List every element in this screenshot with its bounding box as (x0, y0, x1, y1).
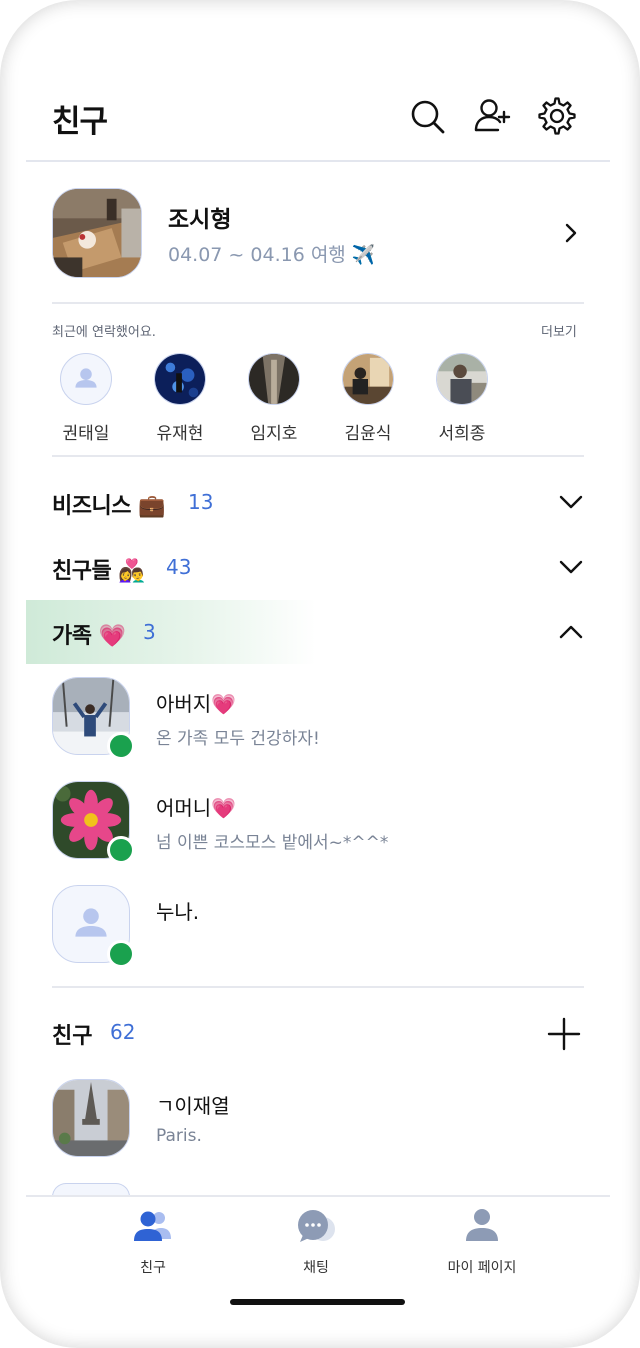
profile-divider (52, 302, 584, 304)
plus-icon (547, 1017, 581, 1051)
recent-avatar-2[interactable] (154, 353, 206, 405)
online-status-dot (107, 940, 135, 968)
group-friends[interactable]: 친구들 👩‍❤️‍👨 43 (26, 535, 610, 599)
friend-status-message: Paris. (156, 1126, 202, 1146)
tab-label: 친구 (140, 1260, 166, 1276)
online-status-dot (107, 836, 135, 864)
person-icon (75, 368, 97, 388)
recent-avatar-1[interactable] (60, 353, 112, 405)
friend-status-message: 넘 이쁜 코스모스 밭에서~*^^* (156, 833, 389, 853)
group-business[interactable]: 비즈니스 💼 13 (26, 470, 610, 534)
my-avatar (52, 188, 142, 278)
chevron-up-icon (559, 625, 583, 639)
friends-section-title: 친구 (52, 1024, 93, 1049)
group-count: 13 (188, 490, 214, 514)
phone-screen: 친구 조시형 04.07 ~ 04.16 여행 ✈️ 최근에 연락했어요. 더보… (0, 0, 640, 1348)
header-divider (26, 160, 610, 162)
my-status-message: 04.07 ~ 04.16 여행 ✈️ (168, 244, 376, 266)
recent-avatar-3[interactable] (248, 353, 300, 405)
settings-button[interactable] (537, 96, 577, 136)
group-title: 친구들 👩‍❤️‍👨 (52, 559, 146, 584)
friend-name: ㄱ이재열 (156, 1094, 230, 1118)
tab-bar-divider (26, 1195, 610, 1197)
group-title: 비즈니스 💼 (52, 494, 166, 519)
tab-my-page[interactable]: 마이 페이지 (417, 1205, 547, 1281)
recent-name-2: 유재현 (156, 424, 204, 444)
tab-label: 마이 페이지 (447, 1260, 517, 1276)
family-row-sister[interactable]: 누나. (52, 885, 584, 968)
recent-name-1: 권태일 (62, 424, 110, 444)
group-count: 43 (166, 555, 192, 579)
tab-label: 채팅 (303, 1260, 329, 1276)
tab-chat[interactable]: 채팅 (251, 1205, 381, 1281)
recent-avatar-5[interactable] (436, 353, 488, 405)
chevron-right-icon (565, 223, 577, 243)
recent-divider (52, 455, 584, 457)
more-link[interactable]: 더보기 (541, 321, 577, 340)
family-divider (52, 986, 584, 988)
family-row-mother[interactable]: 어머니💗 넘 이쁜 코스모스 밭에서~*^^* (52, 781, 584, 864)
friend-name: 아버지💗 (156, 692, 237, 716)
add-user-icon (474, 99, 511, 132)
search-icon (411, 100, 445, 134)
gear-icon (538, 97, 576, 135)
people-icon (134, 1211, 171, 1241)
friend-status-message: 온 가족 모두 건강하자! (156, 729, 320, 749)
recent-name-5: 서희종 (438, 424, 486, 444)
recent-avatar-4[interactable] (342, 353, 394, 405)
chat-bubble-icon (298, 1210, 335, 1242)
search-button[interactable] (407, 96, 447, 136)
my-name: 조시형 (168, 207, 232, 233)
group-title: 가족 💗 (52, 624, 126, 649)
friend-name: 누나. (156, 900, 200, 924)
home-indicator (230, 1299, 405, 1305)
group-family[interactable]: 가족 💗 3 (26, 600, 610, 664)
add-group-button[interactable] (546, 1016, 582, 1052)
recent-name-4: 김윤식 (344, 424, 392, 444)
chevron-down-icon (559, 495, 583, 509)
friends-count: 62 (110, 1020, 136, 1044)
group-count: 3 (143, 620, 156, 644)
family-row-father[interactable]: 아버지💗 온 가족 모두 건강하자! (52, 677, 584, 760)
friend-row[interactable]: ㄱ이재열 Paris. (52, 1079, 584, 1159)
avatar (52, 1079, 130, 1157)
person-icon (466, 1209, 498, 1241)
friend-name: 어머니💗 (156, 796, 237, 820)
page-title: 친구 (52, 104, 108, 140)
my-profile[interactable] (52, 188, 142, 278)
recent-contacts-label: 최근에 연락했어요. (52, 325, 156, 340)
profile-detail-button[interactable] (560, 222, 582, 244)
tab-friends[interactable]: 친구 (88, 1205, 218, 1281)
add-friend-button[interactable] (472, 96, 512, 136)
recent-name-3: 임지호 (250, 424, 298, 444)
chevron-down-icon (559, 560, 583, 574)
online-status-dot (107, 732, 135, 760)
